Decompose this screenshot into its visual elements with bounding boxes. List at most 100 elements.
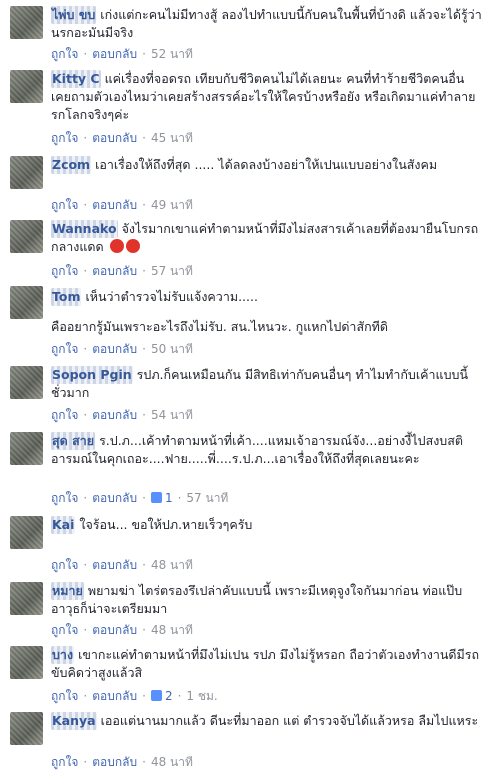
reply-link[interactable]: ตอบกลับ — [92, 264, 137, 278]
comment-author[interactable]: Tom — [51, 288, 82, 306]
like-link[interactable]: ถูกใจ — [51, 47, 78, 61]
timestamp[interactable]: 57 นาที — [186, 491, 228, 505]
like-count-value: 2 — [164, 689, 173, 703]
separator: · — [142, 558, 146, 572]
like-link[interactable]: ถูกใจ — [51, 264, 78, 278]
timestamp[interactable]: 48 นาที — [151, 755, 193, 769]
comment-author[interactable]: Zcom — [51, 156, 92, 174]
comment-author[interactable]: Sopon Pgin — [51, 366, 133, 384]
timestamp[interactable]: 45 นาที — [151, 131, 193, 145]
comment-item: Kitty C แค่เรื่องที่จอดรถ เทียบกับชีวิตคน… — [0, 66, 495, 154]
separator: · — [177, 689, 182, 703]
comment-text: เอาเรื่องให้ถึงที่สุด ..... ได้ลดลงบ้างอ… — [95, 157, 438, 172]
separator: · — [142, 623, 146, 637]
reply-link[interactable]: ตอบกลับ — [92, 689, 137, 703]
separator: · — [142, 408, 146, 422]
like-link[interactable]: ถูกใจ — [51, 198, 78, 212]
comment-body: บาง เขากะแค่ทำตามหน้าที่มึงไม่เปน รปภ มึง… — [51, 646, 487, 682]
comment-actions: ถูกใจ · ตอบกลับ · 49 นาที — [51, 196, 193, 214]
comment-item: บาง เขากะแค่ทำตามหน้าที่มึงไม่เปน รปภ มึง… — [0, 642, 495, 708]
like-link[interactable]: ถูกใจ — [51, 558, 78, 572]
timestamp[interactable]: 57 นาที — [151, 264, 193, 278]
like-link[interactable]: ถูกใจ — [51, 408, 78, 422]
comment-author[interactable]: Kitty C — [51, 70, 101, 88]
separator: · — [83, 408, 88, 422]
avatar[interactable] — [10, 220, 43, 253]
comment-actions: ถูกใจ · ตอบกลับ · 48 นาที — [51, 753, 193, 771]
separator: · — [142, 491, 146, 505]
reply-link[interactable]: ตอบกลับ — [92, 408, 137, 422]
comment-item: หมาย พยามฆ่า ไตร่ตรองรึเปล่าคับแบบนี้ เพร… — [0, 576, 495, 642]
avatar[interactable] — [10, 156, 43, 189]
like-link[interactable]: ถูกใจ — [51, 491, 78, 505]
reply-link[interactable]: ตอบกลับ — [92, 342, 137, 356]
comment-body: หมาย พยามฆ่า ไตร่ตรองรึเปล่าคับแบบนี้ เพร… — [51, 582, 487, 618]
comment-item: Zcom เอาเรื่องให้ถึงที่สุด ..... ได้ลดลงบ… — [0, 154, 495, 218]
avatar[interactable] — [10, 646, 43, 679]
reply-link[interactable]: ตอบกลับ — [92, 755, 137, 769]
timestamp[interactable]: 52 นาที — [151, 47, 193, 61]
comment-text-second: คืออยากรู้มันเพราะอะไรถึงไม่รับ. สน.ไหนว… — [51, 319, 389, 334]
separator: · — [83, 491, 88, 505]
comment-text: เออแต่นานมากแล้ว ดีนะที่มาออก แต่ ตำรวจจ… — [100, 713, 479, 728]
timestamp[interactable]: 49 นาที — [151, 198, 193, 212]
timestamp[interactable]: 48 นาที — [151, 623, 193, 637]
comment-actions: ถูกใจ · ตอบกลับ · 50 นาที — [51, 340, 193, 358]
comment-item: Tom เห็นว่าตำรวจไม่รับแจ้งความ..... คืออย… — [0, 282, 495, 360]
avatar[interactable] — [10, 516, 43, 549]
comment-body: Wannako จังไรมากเขาแค่ทำตามหน้าที่มึงไม่ส… — [51, 220, 487, 256]
like-count[interactable]: 1 — [150, 491, 173, 505]
reply-link[interactable]: ตอบกลับ — [92, 198, 137, 212]
comment-author[interactable]: Kanya — [51, 712, 97, 730]
reply-link[interactable]: ตอบกลับ — [92, 623, 137, 637]
comment-body: สุด สาย ร.ป.ภ...เค้าทำตามหน้าที่เค้า....แ… — [51, 432, 487, 468]
reply-link[interactable]: ตอบกลับ — [92, 491, 137, 505]
avatar[interactable] — [10, 366, 43, 399]
comment-author[interactable]: Wannako — [51, 220, 118, 238]
timestamp[interactable]: 1 ชม. — [186, 689, 217, 703]
separator: · — [83, 342, 88, 356]
comment-actions: ถูกใจ · ตอบกลับ · 45 นาที — [51, 129, 193, 147]
avatar[interactable] — [10, 70, 43, 103]
like-link[interactable]: ถูกใจ — [51, 342, 78, 356]
avatar[interactable] — [10, 286, 43, 319]
separator: · — [142, 131, 146, 145]
like-link[interactable]: ถูกใจ — [51, 755, 78, 769]
comment-actions: ถูกใจ · ตอบกลับ · 57 นาที — [51, 262, 193, 280]
comment-author[interactable]: สุด สาย — [51, 432, 96, 450]
reply-link[interactable]: ตอบกลับ — [92, 47, 137, 61]
separator: · — [142, 47, 146, 61]
comment-author[interactable]: Kai — [51, 516, 76, 534]
avatar[interactable] — [10, 582, 43, 615]
timestamp[interactable]: 50 นาที — [151, 342, 193, 356]
comment-body: Zcom เอาเรื่องให้ถึงที่สุด ..... ได้ลดลงบ… — [51, 156, 487, 174]
comment-body: Kanya เออแต่นานมากแล้ว ดีนะที่มาออก แต่ ต… — [51, 712, 487, 730]
comment-author[interactable]: บาง — [51, 646, 75, 664]
avatar[interactable] — [10, 712, 43, 745]
comment-actions: ถูกใจ · ตอบกลับ · 2 · 1 ชม. — [51, 687, 218, 705]
separator: · — [83, 131, 88, 145]
timestamp[interactable]: 48 นาที — [151, 558, 193, 572]
reply-link[interactable]: ตอบกลับ — [92, 558, 137, 572]
avatar[interactable] — [10, 6, 43, 39]
comment-actions: ถูกใจ · ตอบกลับ · 54 นาที — [51, 406, 193, 424]
comment-item: Kai ใจร้อน... ขอให้ปภ.หายเร็วๆครับ ถูกใจ ·… — [0, 512, 495, 576]
comment-author[interactable]: หมาย — [51, 582, 84, 600]
thumbs-up-icon — [150, 690, 162, 701]
like-link[interactable]: ถูกใจ — [51, 131, 78, 145]
separator: · — [142, 689, 146, 703]
comment-text: ร.ป.ภ...เค้าทำตามหน้าที่เค้า....แหมเจ้าอ… — [51, 433, 463, 466]
separator: · — [83, 755, 88, 769]
like-link[interactable]: ถูกใจ — [51, 689, 78, 703]
comment-actions: ถูกใจ · ตอบกลับ · 48 นาที — [51, 556, 193, 574]
timestamp[interactable]: 54 นาที — [151, 408, 193, 422]
avatar[interactable] — [10, 432, 43, 465]
like-count[interactable]: 2 — [150, 689, 173, 703]
separator: · — [83, 198, 88, 212]
comment-actions: ถูกใจ · ตอบกลับ · 52 นาที — [51, 45, 193, 63]
like-link[interactable]: ถูกใจ — [51, 623, 78, 637]
reply-link[interactable]: ตอบกลับ — [92, 131, 137, 145]
comment-text: เขากะแค่ทำตามหน้าที่มึงไม่เปน รปภ มึงไม่… — [51, 647, 480, 680]
separator: · — [142, 342, 146, 356]
comment-author[interactable]: ไพ่บ ขบ — [51, 6, 97, 24]
